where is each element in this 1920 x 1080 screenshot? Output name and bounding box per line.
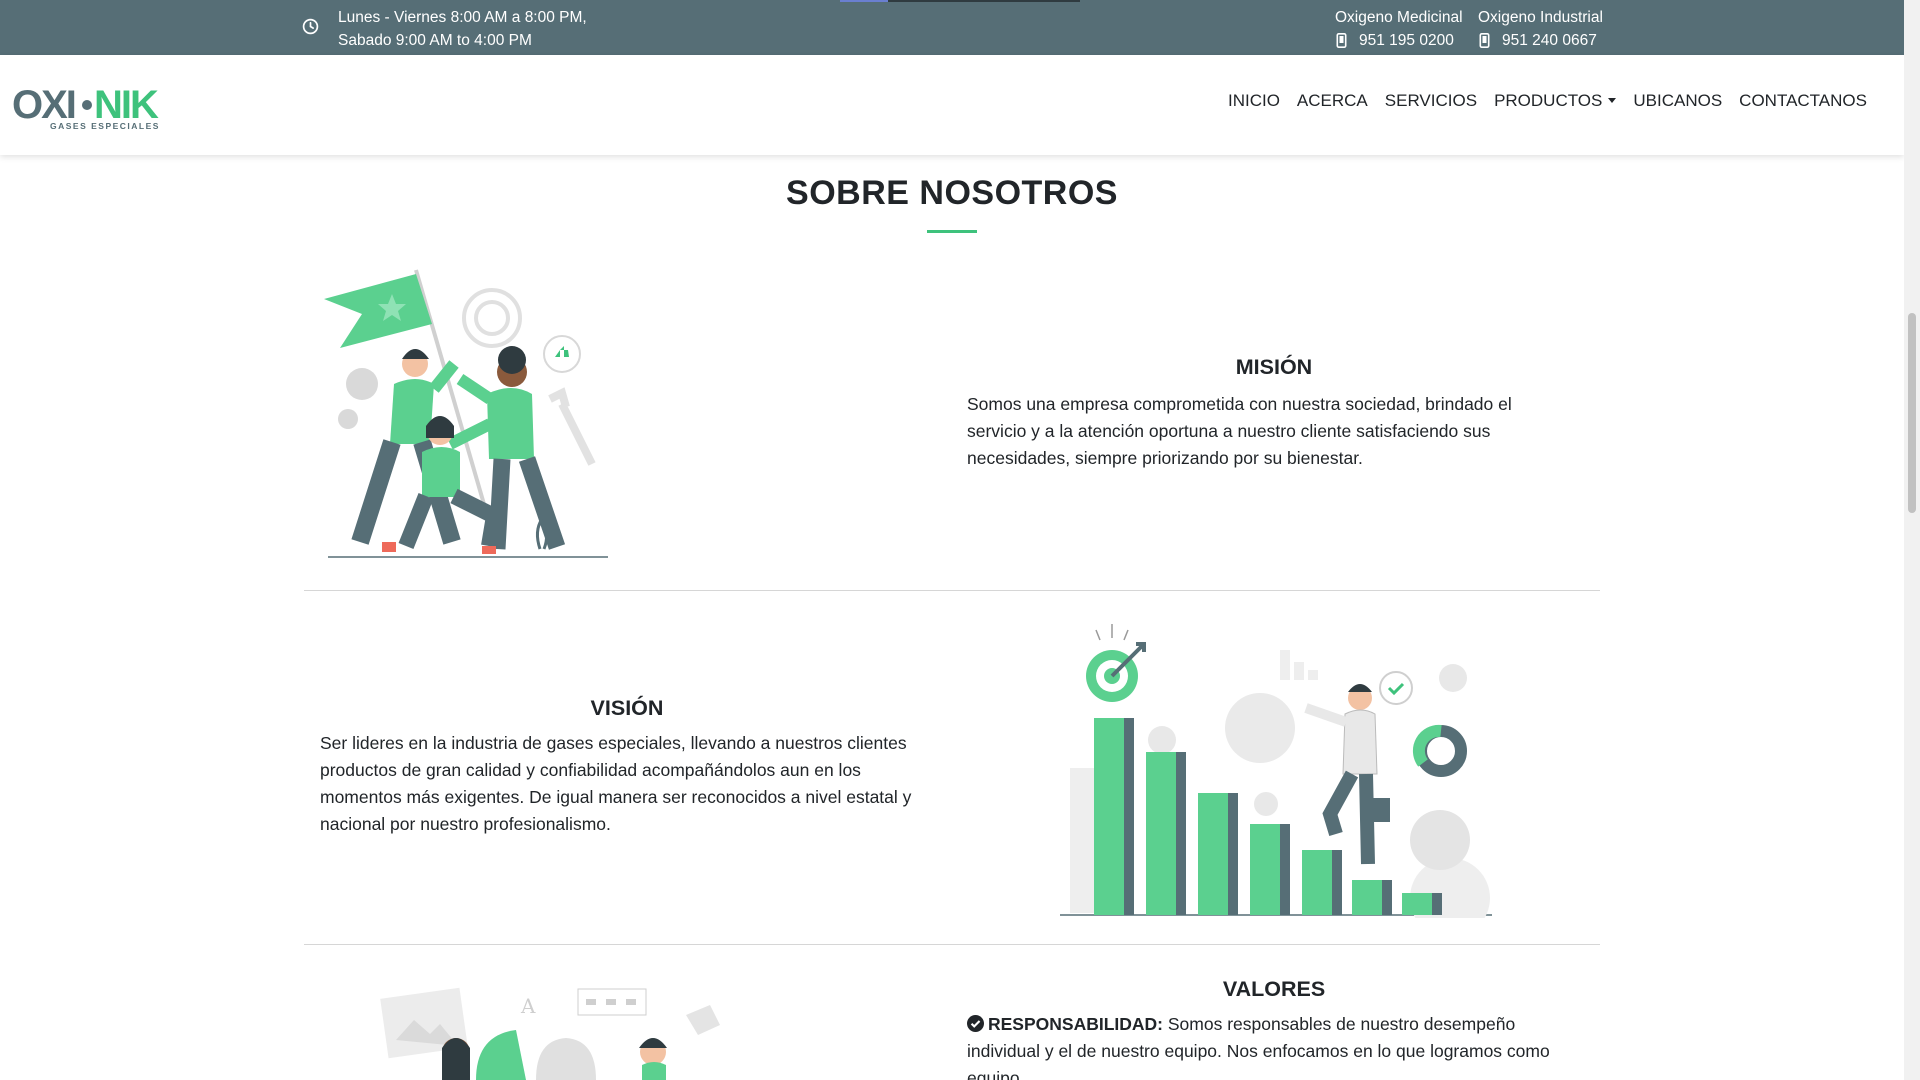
nav-menu: INICIO ACERCA SERVICIOS PRODUCTOS UBICAN…	[1228, 91, 1867, 111]
nav-productos-label: PRODUCTOS	[1494, 91, 1603, 110]
mision-heading: MISIÓN	[1235, 355, 1313, 379]
oxinik-logo[interactable]: OXI NIK GASES ESPECIALES	[12, 81, 162, 133]
svg-text:GASES ESPECIALES: GASES ESPECIALES	[50, 121, 160, 131]
medicinal-phone-link[interactable]: 951 195 0200	[1359, 29, 1454, 52]
hours-weekdays: Lunes - Viernes 8:00 AM a 8:00 PM,	[338, 9, 587, 26]
contact-medicinal: Oxigeno Medicinal 951 195 0200	[1335, 6, 1463, 52]
divider	[304, 944, 1600, 945]
industrial-phone-link[interactable]: 951 240 0667	[1502, 29, 1597, 52]
nav-acerca[interactable]: ACERCA	[1297, 91, 1368, 111]
clock-icon	[302, 18, 319, 35]
top-strip-decoration	[840, 0, 1080, 2]
phone-icon	[1336, 33, 1347, 48]
hours-saturday: Sabado 9:00 AM to 4:00 PM	[338, 32, 532, 49]
nav-inicio[interactable]: INICIO	[1228, 91, 1280, 111]
growth-bars-illustration	[1060, 624, 1492, 918]
medicinal-label: Oxigeno Medicinal	[1335, 9, 1463, 26]
main-navbar: OXI NIK GASES ESPECIALES INICIO ACERCA S…	[0, 55, 1904, 155]
nav-ubicanos[interactable]: UBICANOS	[1633, 91, 1722, 111]
page-scrollbar[interactable]	[1904, 0, 1920, 1080]
contact-industrial: Oxigeno Industrial 951 240 0667	[1478, 6, 1603, 52]
section-title: SOBRE NOSOTROS	[786, 174, 1118, 212]
mision-text: Somos una empresa comprometida con nuest…	[967, 394, 1512, 468]
valores-item-label: RESPONSABILIDAD:	[988, 1014, 1164, 1034]
phone-icon	[1479, 33, 1490, 48]
team-flag-illustration	[324, 269, 608, 558]
vision-text: Ser lideres en la industria de gases esp…	[320, 733, 912, 834]
nav-servicios[interactable]: SERVICIOS	[1385, 91, 1477, 111]
svg-text:A: A	[520, 994, 536, 1018]
scrollbar-thumb[interactable]	[1908, 313, 1916, 513]
divider	[304, 590, 1600, 591]
top-info-bar: Lunes - Viernes 8:00 AM a 8:00 PM, Sabad…	[0, 0, 1904, 55]
nav-productos-dropdown[interactable]: PRODUCTOS	[1494, 91, 1617, 111]
vision-heading: VISIÓN	[590, 696, 664, 720]
industrial-label: Oxigeno Industrial	[1478, 9, 1603, 26]
business-hours: Lunes - Viernes 8:00 AM a 8:00 PM, Sabad…	[338, 6, 587, 52]
title-underline	[927, 230, 977, 233]
valores-heading: VALORES	[1222, 977, 1326, 1001]
teamwork-puzzle-illustration: A	[380, 987, 720, 1080]
nav-contactanos[interactable]: CONTACTANOS	[1739, 91, 1867, 111]
caret-down-icon	[1608, 98, 1617, 103]
valores-item-responsabilidad: RESPONSABILIDAD: Somos responsables de n…	[967, 1011, 1579, 1080]
check-circle-icon	[967, 1015, 984, 1032]
